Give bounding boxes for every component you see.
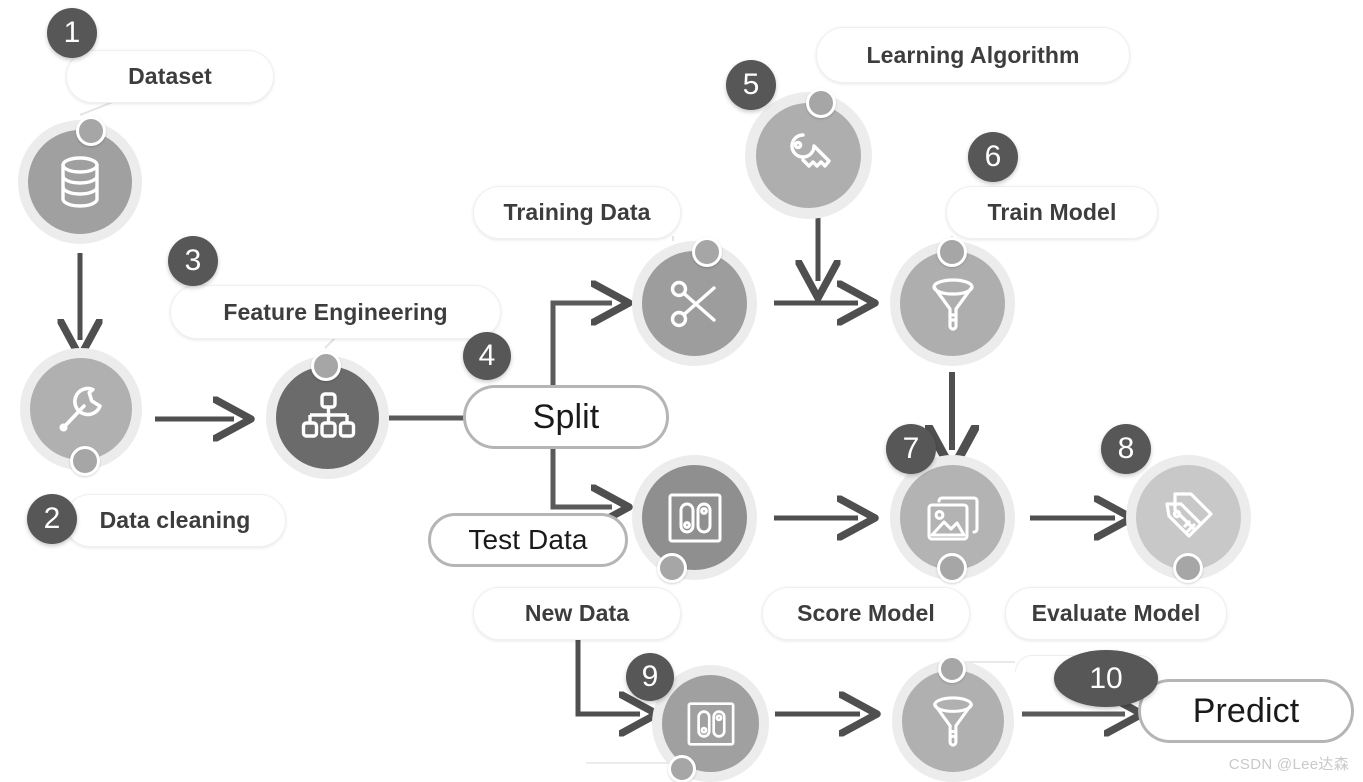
node-disc: [276, 366, 379, 469]
funnel-icon: [931, 277, 974, 331]
database-icon: [61, 156, 99, 208]
step-badge-1: 1: [47, 8, 97, 58]
connector-dot: [657, 553, 687, 583]
pill-new-data-label: New Data: [524, 600, 630, 626]
pill-feature-engineering-label: Feature Engineering: [223, 298, 448, 325]
step-badge-7: 7: [886, 424, 936, 474]
pill-score-model[interactable]: Score Model: [762, 587, 970, 640]
watermark: CSDN @Lee达森: [1229, 753, 1349, 774]
node-disc: [642, 465, 747, 570]
hierarchy-icon: [301, 391, 355, 438]
step-badge-5: 5: [726, 60, 776, 110]
pill-data-cleaning[interactable]: Data cleaning: [64, 494, 286, 547]
pill-learning-algorithm[interactable]: Learning Algorithm: [816, 27, 1130, 83]
panel-icon: [687, 701, 734, 746]
step-badge-4-label: 4: [478, 339, 496, 372]
pill-data-cleaning-label: Data cleaning: [99, 507, 251, 533]
pill-dataset-label: Dataset: [128, 63, 212, 89]
step-badge-2: 2: [27, 494, 77, 544]
step-badge-2-label: 2: [43, 502, 61, 535]
node-dataset[interactable]: [18, 116, 142, 244]
pill-training-data-label: Training Data: [503, 199, 651, 225]
pill-split[interactable]: Split: [463, 385, 669, 449]
connector-dot: [938, 655, 966, 683]
node-evaluate-model[interactable]: [1126, 455, 1251, 583]
step-badge-9: 9: [626, 653, 674, 701]
node-disc: [642, 251, 747, 356]
step-badge-6-label: 6: [984, 140, 1002, 173]
scissors-icon: [670, 280, 716, 327]
pill-dataset[interactable]: Dataset: [66, 50, 274, 103]
pill-train-model-label: Train Model: [987, 199, 1117, 225]
connector-dot: [806, 88, 836, 118]
pill-test-data[interactable]: Test Data: [428, 513, 628, 567]
connector-dot: [937, 237, 967, 267]
step-badge-10-label: 10: [1089, 661, 1123, 695]
connector-dot: [692, 237, 722, 267]
key-icon: [789, 132, 831, 168]
panel-icon: [668, 493, 721, 542]
image-stack-icon: [926, 495, 979, 541]
connector-layer: [0, 99, 1363, 764]
step-badge-4: 4: [463, 332, 511, 380]
ml-workflow-diagram: Dataset Data cleaning Feature Engineerin…: [0, 0, 1363, 782]
step-badge-7-label: 7: [902, 432, 920, 465]
pill-predict-label: Predict: [1192, 691, 1300, 730]
node-feature-engineering[interactable]: [266, 351, 389, 479]
node-train-model[interactable]: [890, 237, 1015, 366]
connector-dot: [76, 116, 106, 146]
connector-dot: [937, 553, 967, 583]
connector-dot: [1173, 553, 1203, 583]
pill-learning-algorithm-label: Learning Algorithm: [866, 41, 1080, 68]
connector-dot: [70, 446, 100, 476]
node-test-data[interactable]: [632, 455, 757, 583]
pill-training-data[interactable]: Training Data: [473, 186, 681, 239]
step-badge-9-label: 9: [641, 660, 659, 693]
step-badge-3-label: 3: [184, 244, 202, 277]
step-badge-10: 10: [1054, 650, 1158, 707]
node-disc: [30, 358, 132, 460]
wrench-icon: [59, 386, 102, 432]
node-trained-model[interactable]: [892, 655, 1014, 782]
step-badge-6: 6: [968, 132, 1018, 182]
node-data-cleaning[interactable]: [20, 348, 142, 476]
connector-dot: [668, 755, 696, 782]
node-disc: [756, 103, 861, 208]
pill-train-model[interactable]: Train Model: [946, 186, 1158, 239]
pill-test-data-label: Test Data: [468, 524, 588, 555]
connector-dot: [311, 351, 341, 381]
step-badge-3: 3: [168, 236, 218, 286]
watermark-text: CSDN @Lee达森: [1228, 756, 1349, 773]
pill-predict[interactable]: Predict: [1138, 679, 1354, 743]
pill-new-data[interactable]: New Data: [473, 587, 681, 640]
step-badge-1-label: 1: [63, 16, 81, 49]
step-badge-5-label: 5: [742, 68, 760, 101]
pill-score-model-label: Score Model: [797, 600, 935, 626]
pill-evaluate-model[interactable]: Evaluate Model: [1005, 587, 1227, 640]
pill-evaluate-model-label: Evaluate Model: [1031, 600, 1201, 626]
node-disc: [902, 670, 1004, 772]
node-disc: [28, 130, 132, 234]
funnel-icon: [933, 696, 973, 747]
step-badge-8: 8: [1101, 424, 1151, 474]
step-badge-8-label: 8: [1117, 432, 1135, 465]
tag-icon: [1164, 491, 1213, 538]
pill-feature-engineering[interactable]: Feature Engineering: [170, 285, 501, 339]
node-learning-algorithm[interactable]: [745, 88, 872, 219]
node-training-data[interactable]: [632, 237, 757, 366]
pill-split-label: Split: [532, 397, 600, 436]
